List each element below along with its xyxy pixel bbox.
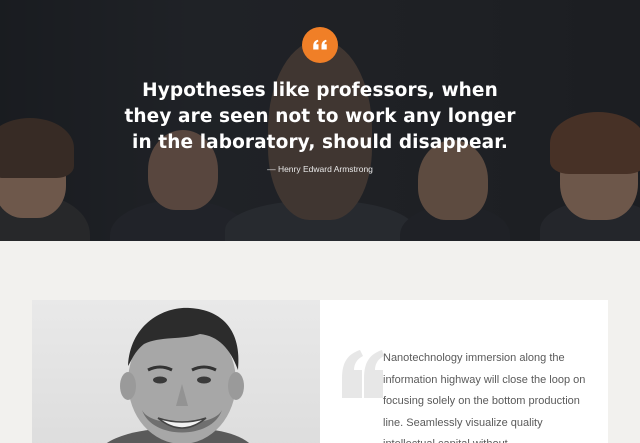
- testimonial-photo: [32, 300, 320, 443]
- hero-quote-section: Hypotheses like professors, when they ar…: [0, 0, 640, 241]
- testimonial-text: Nanotechnology immersion along the infor…: [383, 352, 586, 443]
- hero-quote-text: Hypotheses like professors, when they ar…: [100, 78, 540, 156]
- quote-left-icon: [302, 27, 338, 63]
- testimonial-content: Nanotechnology immersion along the infor…: [320, 300, 608, 443]
- testimonial-card: Nanotechnology immersion along the infor…: [32, 300, 608, 443]
- big-quote-icon: [340, 348, 384, 400]
- hero-quote-line: they are seen not to work any longer: [124, 106, 516, 127]
- hero-quote-line: Hypotheses like professors, when: [142, 80, 498, 101]
- hero-quote-author: — Henry Edward Armstrong: [267, 164, 373, 174]
- hero-quote-line: in the laboratory, should disappear.: [132, 132, 508, 153]
